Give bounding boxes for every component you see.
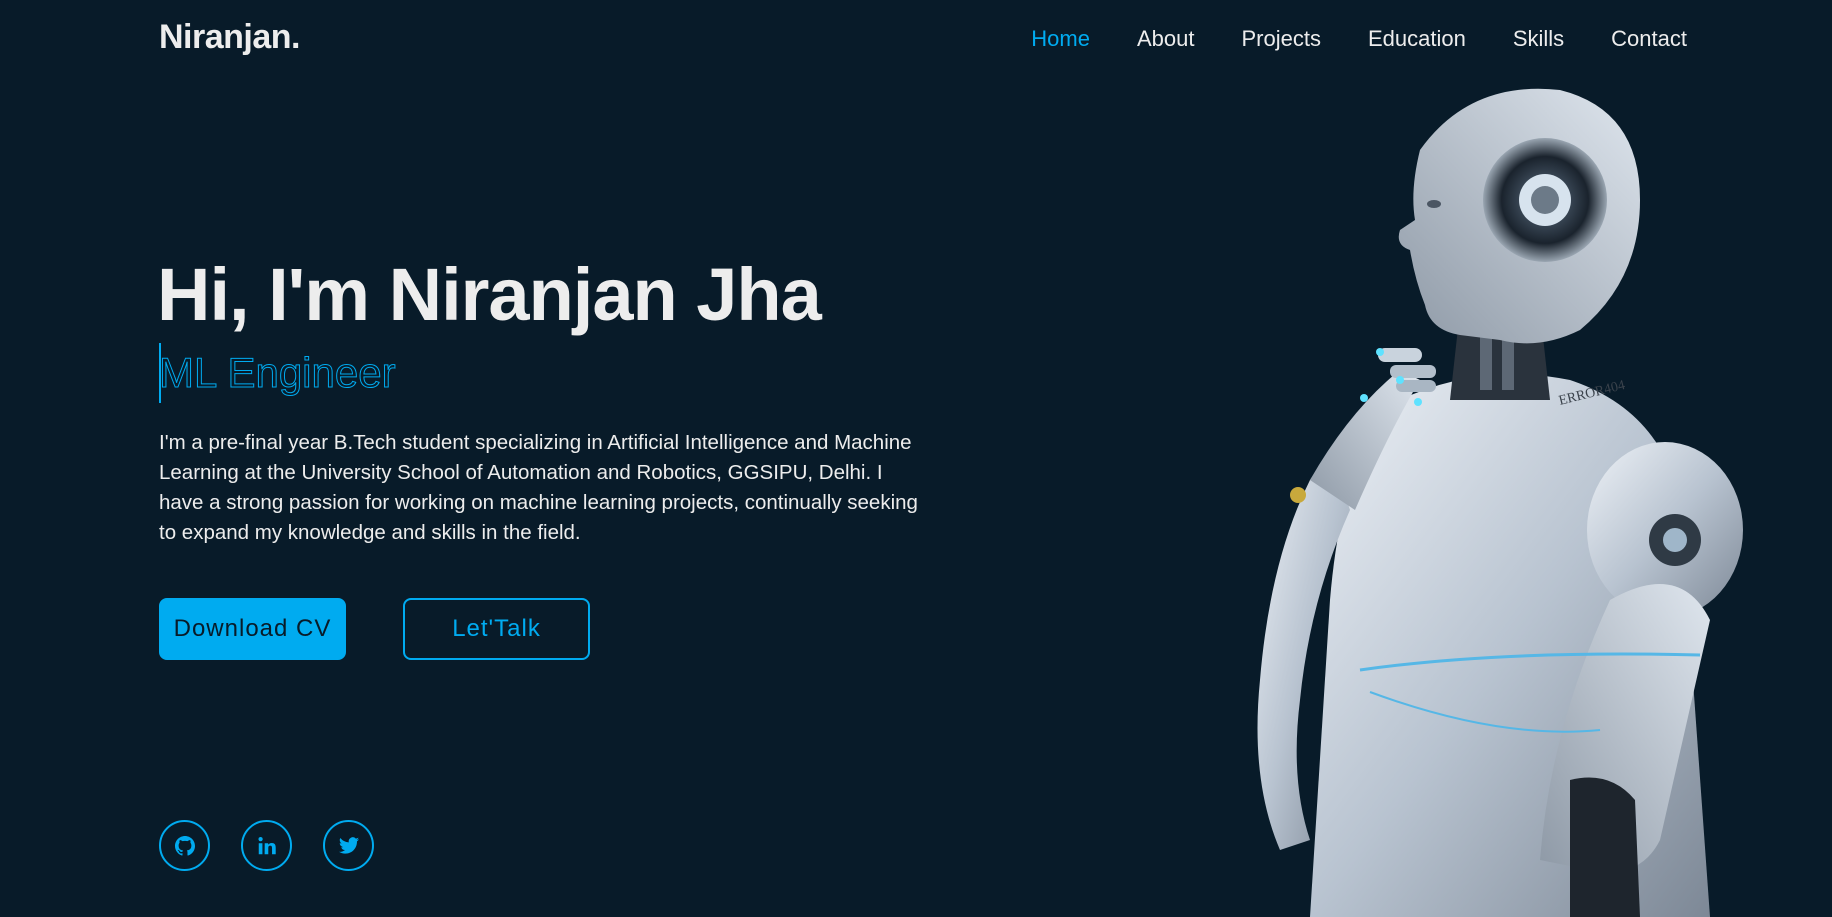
logo[interactable]: Niranjan. bbox=[159, 18, 300, 57]
site-header: Niranjan. Home About Projects Education … bbox=[0, 0, 1832, 82]
social-links bbox=[159, 820, 374, 871]
hero-title: Hi, I'm Niranjan Jha bbox=[157, 253, 822, 336]
nav-about[interactable]: About bbox=[1137, 26, 1195, 52]
nav-skills[interactable]: Skills bbox=[1513, 26, 1564, 52]
linkedin-icon bbox=[257, 836, 276, 854]
twitter-icon bbox=[338, 836, 359, 854]
download-cv-button[interactable]: Download CV bbox=[159, 598, 346, 660]
lets-talk-button[interactable]: Let'Talk bbox=[403, 598, 590, 660]
typing-cursor: ML Engineer bbox=[159, 343, 396, 403]
robot-illustration: ERROR404 bbox=[1257, 88, 1743, 917]
nav-contact[interactable]: Contact bbox=[1611, 26, 1687, 52]
hero-description: I'm a pre-final year B.Tech student spec… bbox=[159, 431, 918, 544]
portfolio-page: Niranjan. Home About Projects Education … bbox=[0, 0, 1832, 917]
nav-projects[interactable]: Projects bbox=[1241, 26, 1320, 52]
twitter-link[interactable] bbox=[323, 820, 374, 871]
nav-home[interactable]: Home bbox=[1031, 26, 1090, 52]
linkedin-link[interactable] bbox=[241, 820, 292, 871]
main-nav: Home About Projects Education Skills Con… bbox=[1031, 26, 1687, 52]
nav-education[interactable]: Education bbox=[1368, 26, 1466, 52]
github-icon bbox=[174, 835, 195, 856]
hero-role: ML Engineer bbox=[159, 349, 397, 397]
github-link[interactable] bbox=[159, 820, 210, 871]
